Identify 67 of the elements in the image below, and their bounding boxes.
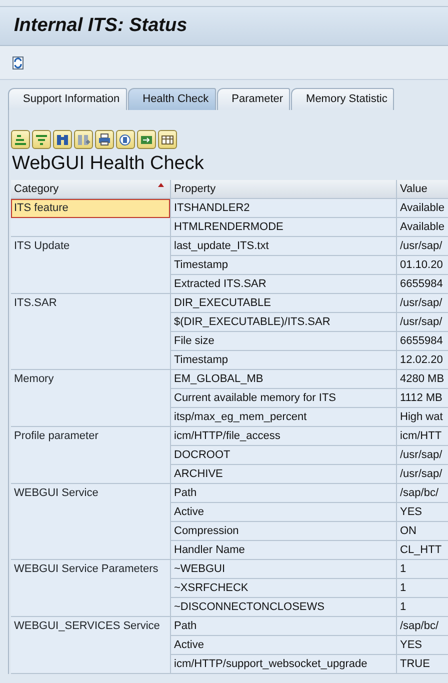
sort-indicator-icon [158,182,164,186]
table-cell: /usr/sap/ [397,236,448,256]
printer-icon[interactable] [95,130,114,149]
table-cell: High wat [397,408,448,426]
table-cell: Available [397,218,448,236]
table-cell: /usr/sap/ [397,446,448,464]
tab[interactable]: Memory Statistic [291,88,394,110]
table-cell: Handler Name [171,540,397,560]
export-icon[interactable] [137,130,156,149]
table-cell: Path [171,484,397,502]
table-cell: 1 [397,578,448,598]
window-title: Internal ITS: Status [14,14,188,38]
table-cell: ITSHANDLER2 [171,198,397,218]
table-cell: YES [397,502,448,522]
table-cell: 1 [397,560,448,578]
table-cell: 1112 MB [397,388,448,408]
table-cell: Timestamp [171,350,397,370]
column-header: Property [171,180,397,198]
table-cell: ~DISCONNECTONCLOSEWS [171,598,397,616]
tab[interactable]: Parameter [216,88,290,110]
table-cell: TRUE [397,654,448,674]
table-cell: Available [397,198,448,218]
table-cell: Current available memory for ITS [171,388,397,408]
table-cell: Timestamp [171,256,397,274]
table-cell: icm/HTTP/file_access [171,426,397,446]
table-cell: /sap/bc/ [397,484,448,502]
tab[interactable]: Health Check [128,88,216,110]
table-cell: 4280 MB [397,370,448,388]
table-cell: Compression [171,522,397,540]
table-cell: Active [171,636,397,654]
tab[interactable]: Support Information [8,88,127,110]
refresh-icon[interactable] [10,54,26,70]
table-cell: DIR_EXECUTABLE [171,294,397,312]
table-cell: Path [171,616,397,636]
table-cell: Active [171,502,397,522]
table-cell: HTMLRENDERMODE [171,218,397,236]
table-cell: /usr/sap/ [397,464,448,484]
table-cell: EM_GLOBAL_MB [171,370,397,388]
table-cell: ~XSRFCHECK [171,578,397,598]
section-heading: WebGUI Health Check [12,152,205,176]
table-cell: /sap/bc/ [397,616,448,636]
table-cell: ITS feature [11,198,170,218]
table-cell: YES [397,636,448,654]
table-cell: /usr/sap/ [397,312,448,332]
table-cell: itsp/max_eg_mem_percent [171,408,397,426]
table-cell: 01.10.20 [397,256,448,274]
table-cell: ARCHIVE [171,464,397,484]
table-cell: icm/HTTP/support_websocket_upgrade [171,654,397,674]
table-cell: Extracted ITS.SAR [171,274,397,294]
filter-icon[interactable] [32,130,51,149]
table-cell: last_update_ITS.txt [171,236,397,256]
table-cell: File size [171,332,397,350]
table-cell: ON [397,522,448,540]
table-cell: 12.02.20 [397,350,448,370]
table-cell: CL_HTT [397,540,448,560]
layout-icon[interactable] [158,130,177,149]
table-cell: ~WEBGUI [171,560,397,578]
table-cell: 6655984 [397,332,448,350]
table-cell: 1 [397,598,448,616]
column-header-text: Category [14,182,59,194]
sort-ascending-icon[interactable] [11,130,30,149]
table-cell: 6655984 [397,274,448,294]
table-cell: $(DIR_EXECUTABLE)/ITS.SAR [171,312,397,332]
table-cell: /usr/sap/ [397,294,448,312]
table-cell: DOCROOT [171,446,397,464]
column-header: Value [397,180,448,198]
table-cell: icm/HTT [397,426,448,446]
